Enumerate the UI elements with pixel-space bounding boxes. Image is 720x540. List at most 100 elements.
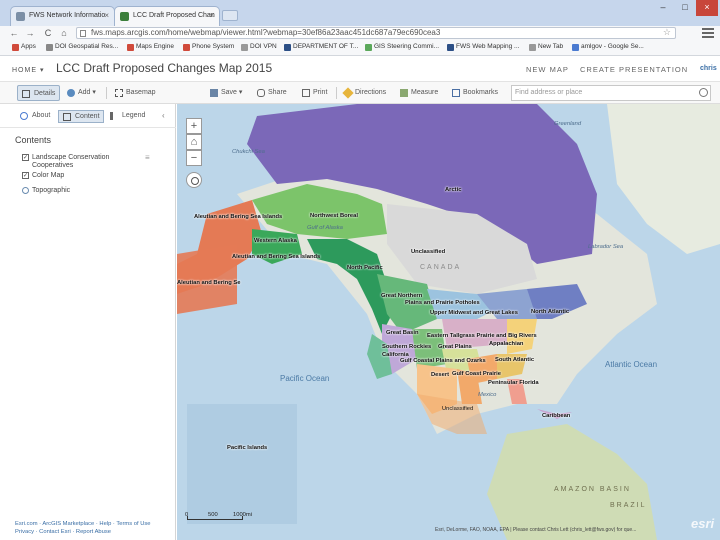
region-label: Caribbean xyxy=(542,413,571,419)
bookmark-item[interactable]: FWS Web Mapping ... xyxy=(447,43,519,51)
region-label: Arctic xyxy=(445,187,462,193)
search-input[interactable]: Find address or place xyxy=(511,85,711,101)
page-title: LCC Draft Proposed Changes Map 2015 xyxy=(56,61,273,75)
bookmark-item[interactable]: DEPARTMENT OF T... xyxy=(284,43,358,51)
region-label: North Atlantic xyxy=(531,309,570,315)
doi-icon xyxy=(284,44,291,51)
layer-options-icon[interactable]: ≡ xyxy=(145,153,150,162)
bookmark-item[interactable]: amlgov - Google Se... xyxy=(572,43,644,51)
divider xyxy=(336,87,337,99)
zoom-out-button[interactable]: − xyxy=(186,150,202,166)
locate-button[interactable] xyxy=(186,172,202,188)
home-menu[interactable]: HOME ▾ xyxy=(12,66,44,74)
tab-close-icon[interactable]: × xyxy=(104,11,109,20)
region-label: Aleutian and Bering Sea Islands xyxy=(232,254,321,260)
page-icon xyxy=(241,44,248,51)
region-label: Plains and Prairie Potholes xyxy=(405,300,480,306)
directions-button[interactable]: Directions xyxy=(342,85,386,101)
new-tab-button[interactable] xyxy=(222,10,238,21)
region-label: Unclassified xyxy=(442,406,474,412)
map-geo-label: Greenland xyxy=(554,121,582,127)
map-view[interactable]: + ⌂ − Arctic Aleutian and Bering Sea Isl… xyxy=(177,104,720,540)
region-label: Peninsular Florida xyxy=(488,380,539,386)
region-label: Western Alaska xyxy=(254,238,297,244)
bookmark-item[interactable]: DOI VPN xyxy=(241,43,277,51)
region-label: Gulf Coastal Plains and Ozarks xyxy=(400,358,486,364)
map-geo-label: Mexico xyxy=(478,392,497,398)
tab-content[interactable]: Content xyxy=(58,110,104,123)
create-presentation-link[interactable]: CREATE PRESENTATION xyxy=(580,65,688,74)
phone-icon xyxy=(183,44,190,51)
browser-tab-fws-network[interactable]: FWS Network Informatio × xyxy=(10,6,115,26)
bookmark-item[interactable]: GIS Steering Commi... xyxy=(365,43,439,51)
basemap-button[interactable]: Basemap xyxy=(115,85,156,101)
page-icon xyxy=(529,44,536,51)
bookmark-item[interactable]: Maps Engine xyxy=(127,43,174,51)
tab-close-icon[interactable]: × xyxy=(209,11,214,20)
browser-tab-lcc-map[interactable]: LCC Draft Proposed Chan × xyxy=(114,6,220,26)
region-label: Great Northern xyxy=(381,293,423,299)
region-label: South Atlantic xyxy=(495,357,535,363)
home-icon[interactable]: ⌂ xyxy=(58,27,70,39)
details-button[interactable]: Details xyxy=(17,85,61,101)
fws-icon xyxy=(447,44,454,51)
layer-item-lcc[interactable]: ✓ Landscape Conservation Cooperatives xyxy=(22,154,140,170)
footer-link-row[interactable]: Privacy · Contact Esri · Report Abuse xyxy=(15,528,175,536)
bookmark-item[interactable]: DOI Geospatial Res... xyxy=(46,43,118,51)
address-bar[interactable]: fws.maps.arcgis.com/home/webmap/viewer.h… xyxy=(76,27,676,39)
user-menu[interactable]: chris xyxy=(700,65,717,72)
close-window-icon[interactable]: × xyxy=(696,0,718,16)
bookmarks-button[interactable]: Bookmarks xyxy=(452,85,498,101)
legend-icon xyxy=(110,112,118,120)
measure-button[interactable]: Measure xyxy=(400,85,438,101)
browser-menu-icon[interactable] xyxy=(702,28,714,38)
region-label: Eastern Tallgrass Prairie and Big Rivers xyxy=(427,333,537,339)
esri-logo: esri xyxy=(691,516,715,531)
page-icon xyxy=(46,44,53,51)
print-button[interactable]: Print xyxy=(302,85,327,101)
layer-checkbox[interactable]: ✓ xyxy=(22,154,29,161)
forward-arrow-icon[interactable]: → xyxy=(24,27,36,39)
app-header: HOME ▾ LCC Draft Proposed Changes Map 20… xyxy=(0,56,720,82)
share-icon xyxy=(257,89,265,97)
new-map-link[interactable]: NEW MAP xyxy=(526,65,569,74)
region-label: Upper Midwest and Great Lakes xyxy=(430,310,518,316)
bookmark-item[interactable]: Phone System xyxy=(183,43,234,51)
layer-item-topographic[interactable]: Topographic xyxy=(22,187,140,195)
share-button[interactable]: Share xyxy=(257,85,287,101)
search-placeholder: Find address or place xyxy=(515,89,583,96)
maximize-icon[interactable]: □ xyxy=(674,0,696,16)
bookmark-item[interactable]: Apps xyxy=(12,43,36,51)
bookmark-star-icon[interactable]: ☆ xyxy=(663,27,671,37)
add-button[interactable]: Add ▾ xyxy=(67,85,96,101)
details-icon xyxy=(22,90,30,98)
layer-item-color-map[interactable]: ✓ Color Map xyxy=(22,172,140,180)
back-arrow-icon[interactable]: ← xyxy=(8,27,20,39)
layer-checkbox[interactable]: ✓ xyxy=(22,172,29,179)
map-geo-label: CANADA xyxy=(420,264,462,271)
collapse-panel-icon[interactable]: ‹ xyxy=(162,111,165,120)
sidebar: About Content Legend ‹ Contents ✓ Landsc… xyxy=(0,104,176,540)
search-icon[interactable] xyxy=(699,88,708,97)
browser-tab-strip: FWS Network Informatio × LCC Draft Propo… xyxy=(0,0,720,26)
save-button[interactable]: Save ▾ xyxy=(210,85,242,101)
tab-title: LCC Draft Proposed Chan xyxy=(133,12,215,19)
tab-about[interactable]: About xyxy=(20,110,50,123)
zoom-in-button[interactable]: + xyxy=(186,118,202,134)
info-icon xyxy=(20,112,28,120)
directions-icon xyxy=(342,87,354,99)
map-geo-label: Labrador Sea xyxy=(588,244,624,250)
apps-icon xyxy=(12,44,19,51)
minimize-icon[interactable]: – xyxy=(652,0,674,16)
footer-link-row[interactable]: Esri.com · ArcGIS Marketplace · Help · T… xyxy=(15,520,175,528)
region-label: North Pacific xyxy=(347,265,383,271)
map-canvas[interactable] xyxy=(177,104,720,540)
tab-legend[interactable]: Legend xyxy=(110,110,145,123)
divider xyxy=(106,87,107,99)
bookmark-item[interactable]: New Tab xyxy=(529,43,563,51)
region-label: Appalachian xyxy=(489,341,524,347)
reload-icon[interactable]: C xyxy=(42,27,54,39)
region-label: Gulf Coast Prairie xyxy=(452,371,501,377)
home-extent-button[interactable]: ⌂ xyxy=(186,134,202,150)
measure-icon xyxy=(400,89,408,97)
